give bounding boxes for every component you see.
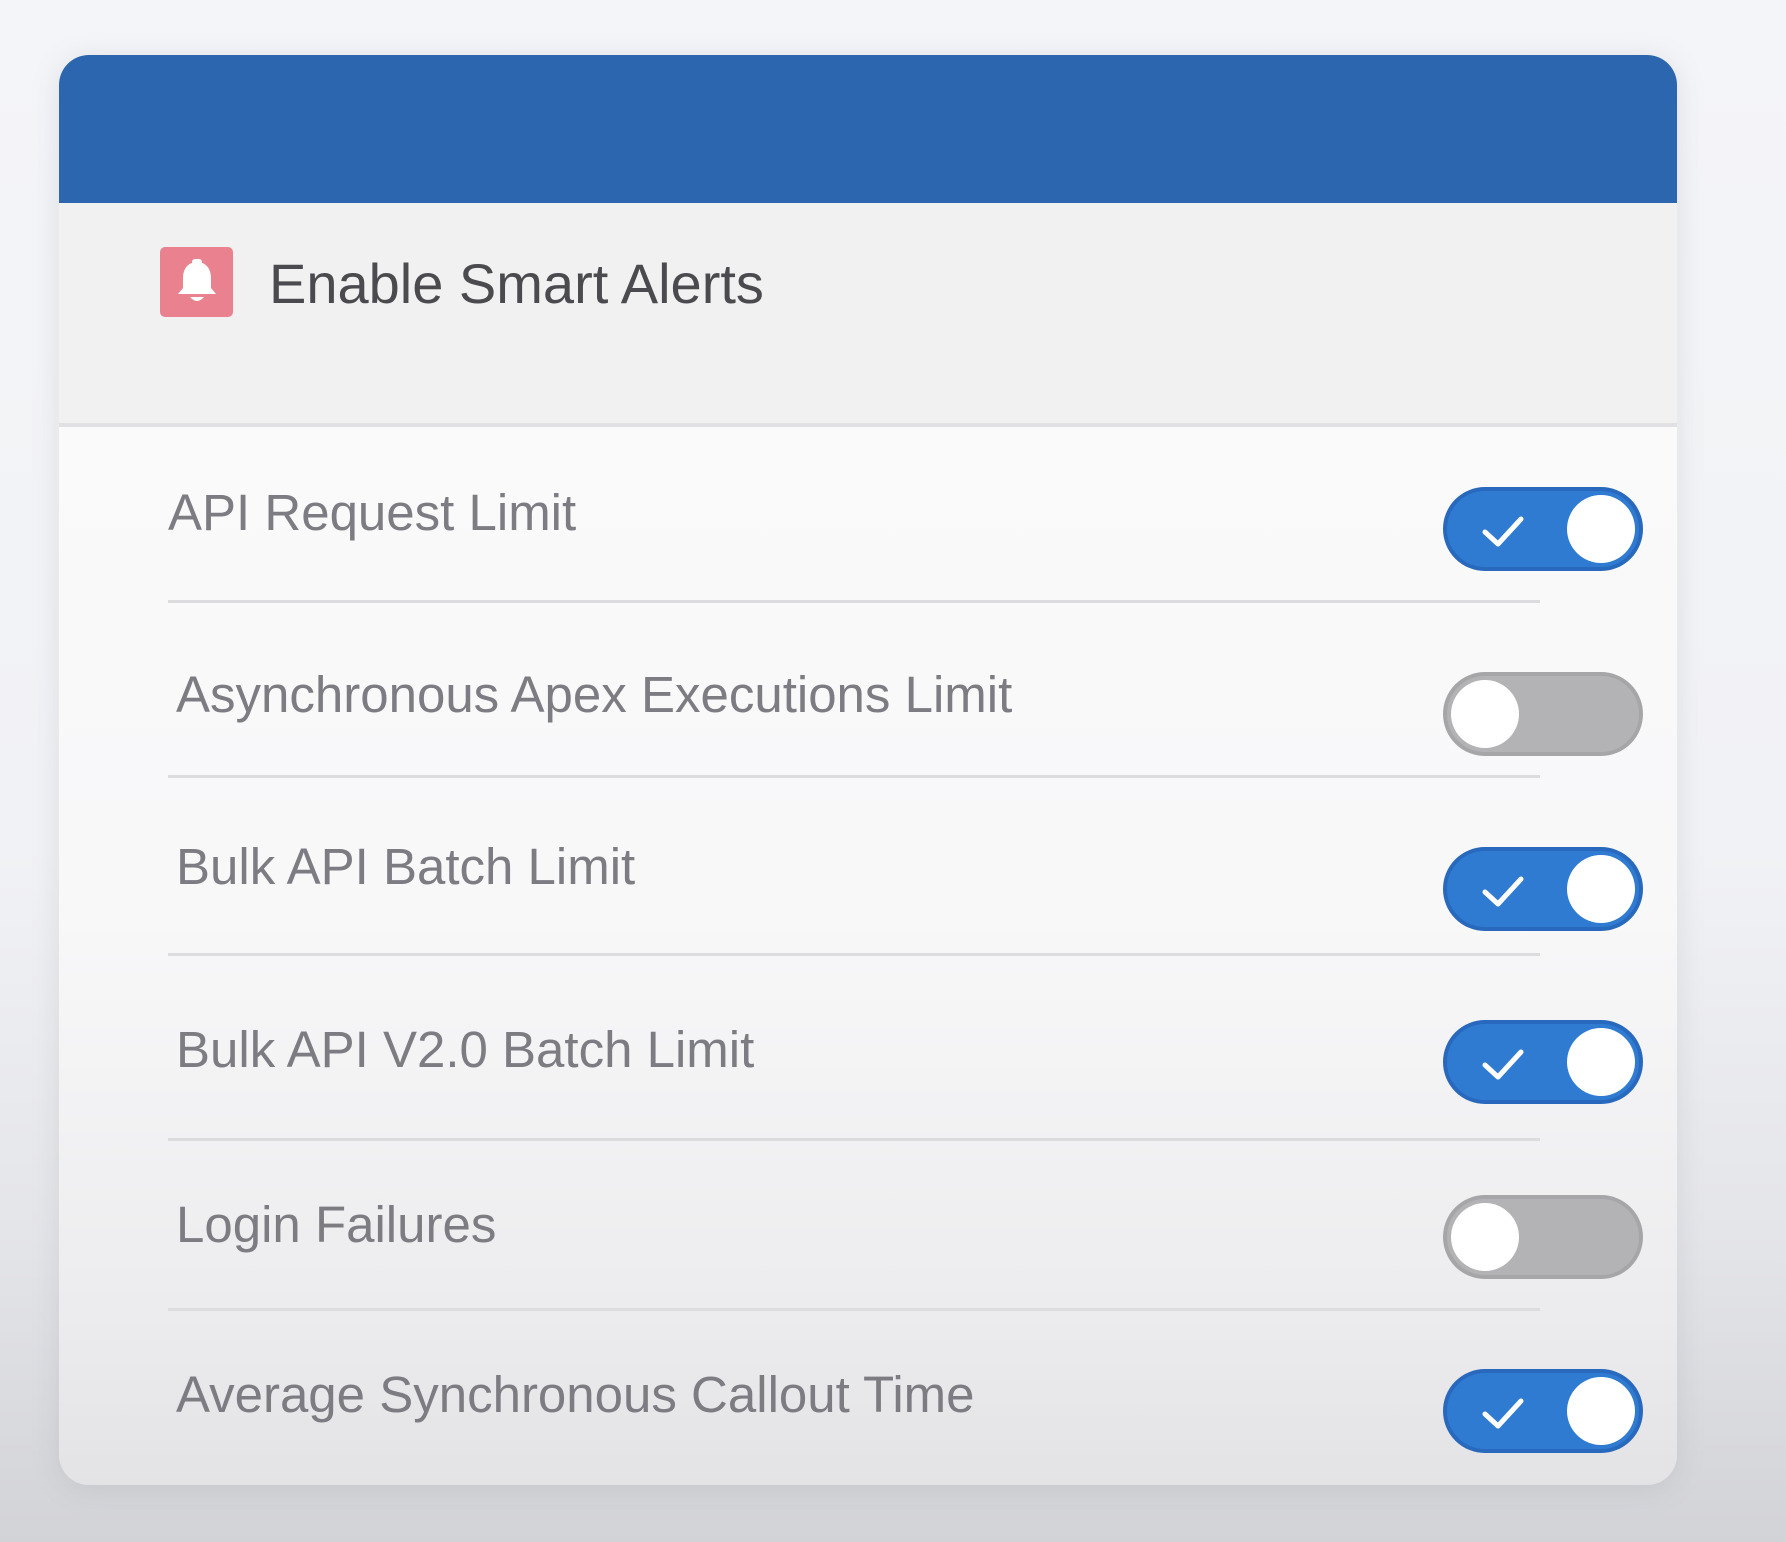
toggle-knob [1567,1377,1635,1445]
checkmark-icon [1482,876,1524,907]
alert-row: API Request Limit [168,415,1643,603]
card-title-bar: Enable Smart Alerts [59,203,1677,427]
alert-label: Average Synchronous Callout Time [176,1366,975,1423]
smart-alerts-card: Enable Smart Alerts API Request Limit As… [59,55,1677,1485]
alert-label: API Request Limit [168,484,577,541]
checkmark-icon [1482,516,1524,547]
alert-toggle[interactable] [1443,1195,1643,1279]
toggle-knob [1567,495,1635,563]
alert-row: Bulk API Batch Limit [168,775,1643,956]
bell-icon [160,247,233,317]
alert-label: Bulk API V2.0 Batch Limit [176,1021,755,1078]
checkmark-icon [1482,1049,1524,1080]
toggle-knob [1451,1203,1519,1271]
alert-label: Login Failures [176,1196,497,1253]
toggle-knob [1567,855,1635,923]
toggle-knob [1567,1028,1635,1096]
toggle-knob [1451,680,1519,748]
alert-label: Asynchronous Apex Executions Limit [176,666,1013,723]
alert-toggle[interactable] [1443,1020,1643,1104]
alert-label: Bulk API Batch Limit [176,838,636,895]
card-header-bar [59,55,1677,203]
checkmark-icon [1482,1398,1524,1429]
alert-toggle[interactable] [1443,672,1643,756]
page-title: Enable Smart Alerts [269,252,764,315]
alert-toggle[interactable] [1443,487,1643,571]
alert-toggle[interactable] [1443,1369,1643,1453]
alert-row: Asynchronous Apex Executions Limit [168,600,1643,778]
alert-row: Login Failures [168,1138,1643,1311]
alert-toggle[interactable] [1443,847,1643,931]
alert-row: Average Synchronous Callout Time [168,1308,1643,1458]
alert-row: Bulk API V2.0 Batch Limit [168,953,1643,1141]
